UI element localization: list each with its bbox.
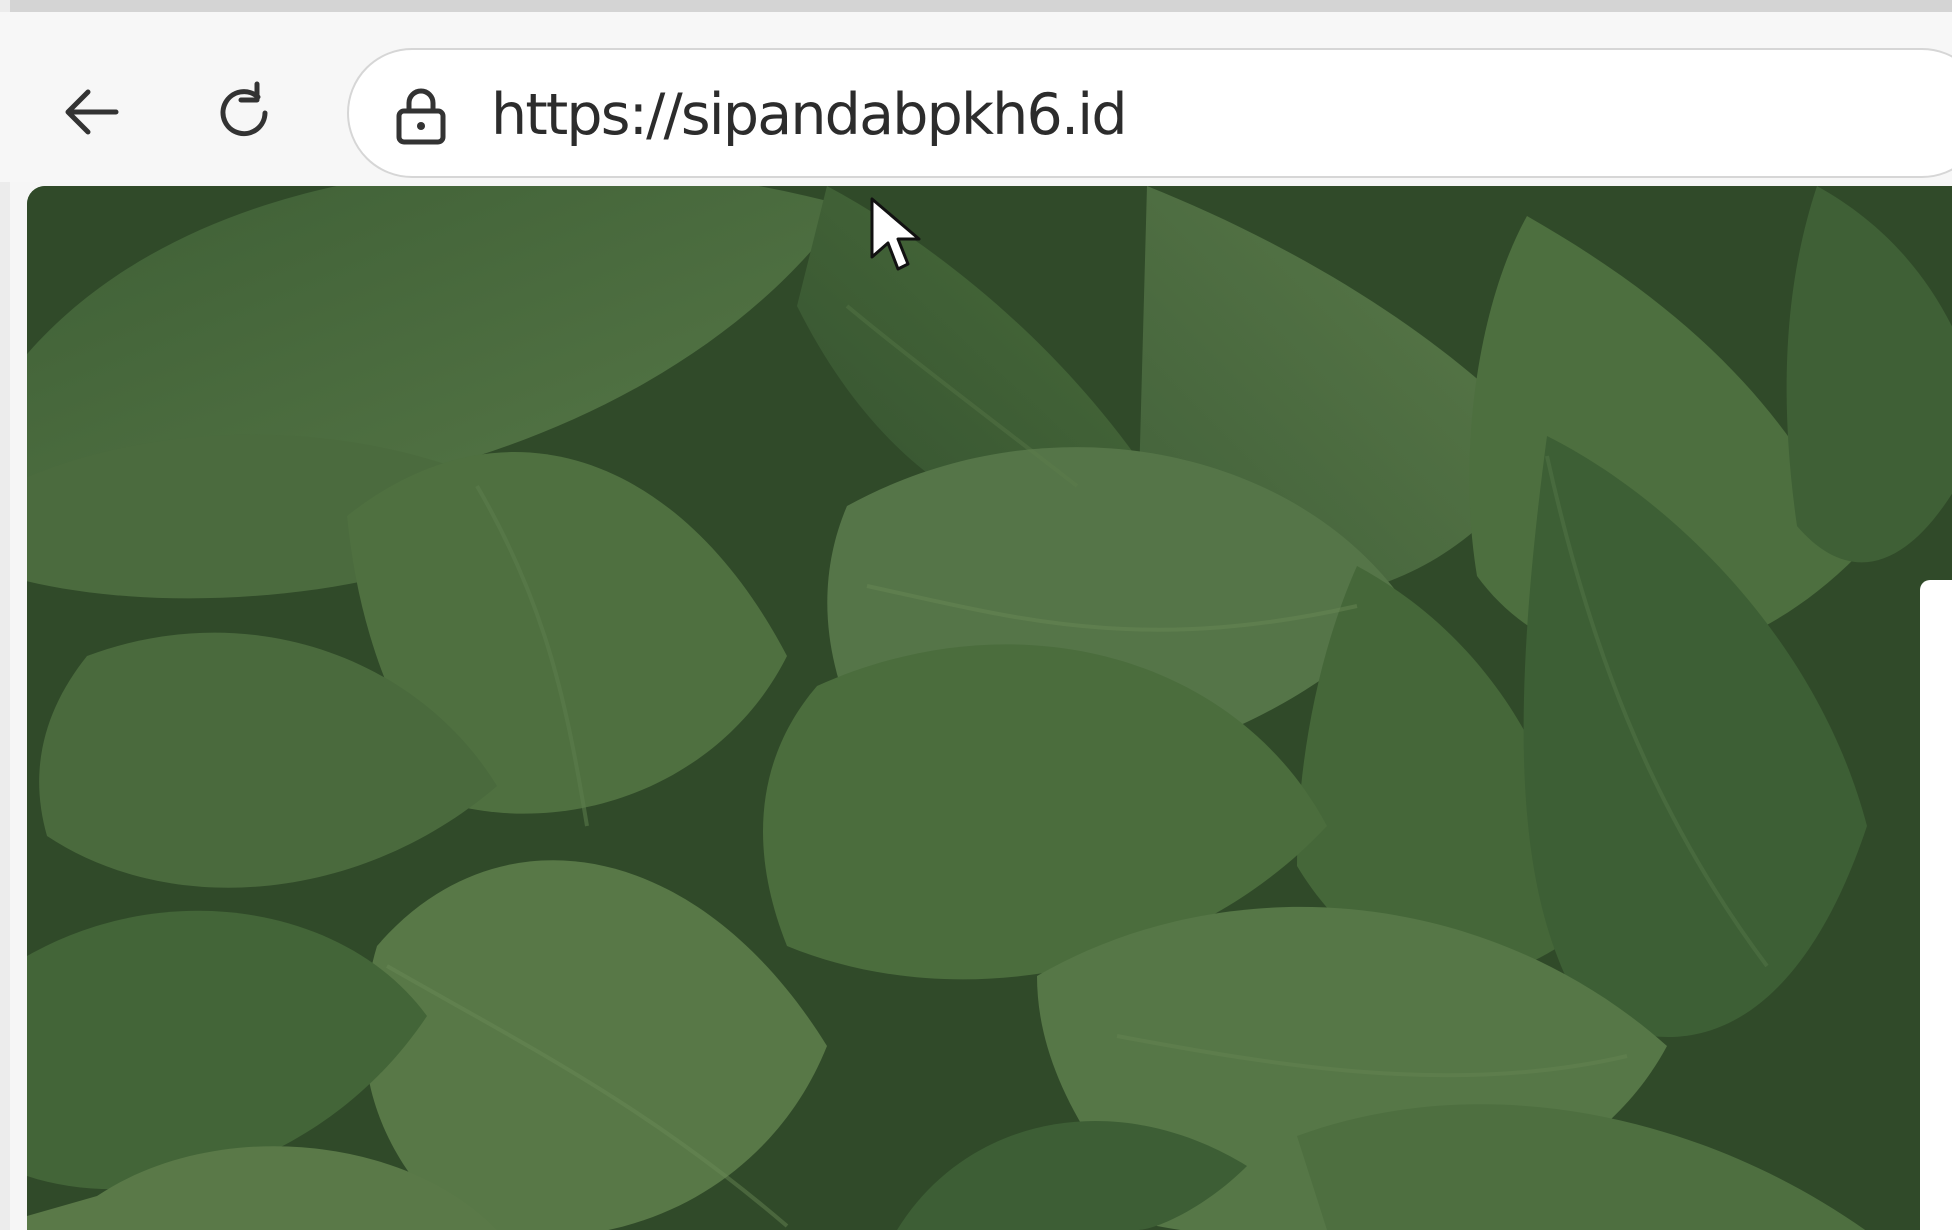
window-left-edge [0, 0, 10, 1230]
window-top-border [0, 0, 1952, 12]
reload-button[interactable] [202, 70, 286, 154]
address-bar[interactable]: https://sipandabpkh6.id [347, 48, 1952, 178]
browser-toolbar: https://sipandabpkh6.id [0, 12, 1952, 182]
url-text[interactable]: https://sipandabpkh6.id [491, 78, 1128, 152]
browser-window: https://sipandabpkh6.id [0, 0, 1952, 1230]
arrow-left-icon [65, 89, 119, 135]
refresh-icon [220, 81, 268, 137]
leaf-background-image [27, 186, 1952, 1230]
back-button[interactable] [50, 70, 134, 154]
web-page-content [27, 186, 1952, 1230]
login-panel-edge [1920, 580, 1952, 1230]
lock-icon [396, 88, 446, 145]
